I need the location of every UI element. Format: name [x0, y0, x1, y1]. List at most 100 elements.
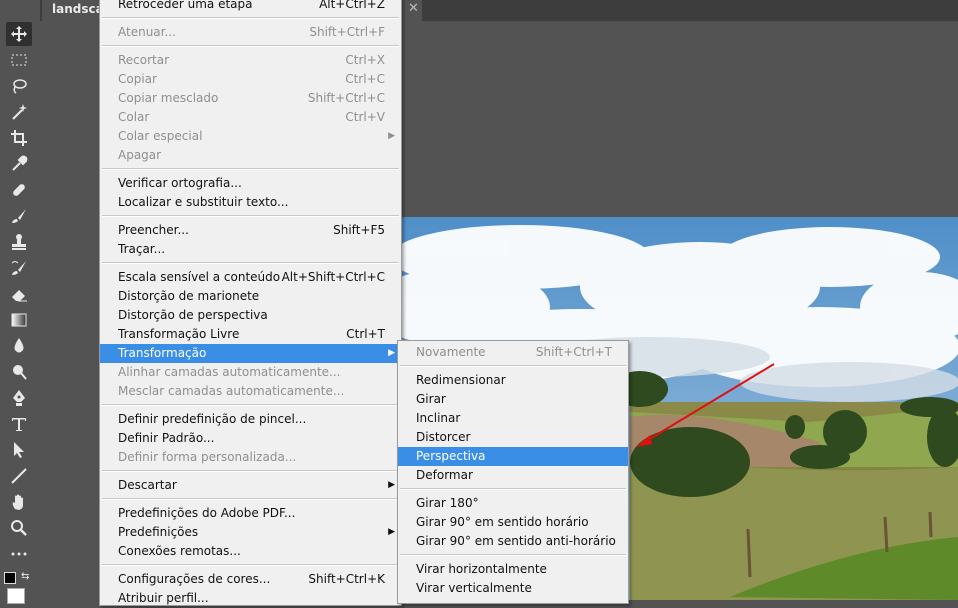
menu-item-distort[interactable]: Distorcer: [398, 428, 628, 447]
menu-item-rotate[interactable]: Girar: [398, 390, 628, 409]
menu-item-label: Colar especial: [118, 129, 203, 143]
menu-item-purge[interactable]: Descartar ▶: [100, 476, 401, 495]
menu-separator: [102, 215, 399, 217]
menu-item-puppet-warp[interactable]: Distorção de marionete: [100, 287, 401, 306]
menu-item-paste-special[interactable]: Colar especial ▶: [100, 127, 401, 146]
menu-item-auto-blend-layers[interactable]: Mesclar camadas automaticamente...: [100, 382, 401, 401]
menu-item-fade[interactable]: Atenuar... Shift+Ctrl+F: [100, 23, 401, 42]
menu-item-label: Copiar mesclado: [118, 91, 219, 105]
submenu-arrow-icon: ▶: [388, 131, 395, 141]
menu-item-label: Girar 90° em sentido horário: [416, 515, 589, 529]
submenu-arrow-icon: ▶: [388, 480, 395, 490]
menu-separator: [102, 45, 399, 47]
menu-item-presets[interactable]: Predefinições ▶: [100, 523, 401, 542]
menu-item-label: Definir Padrão...: [118, 431, 215, 445]
line-icon[interactable]: [6, 464, 32, 488]
menu-item-shortcut: Shift+F5: [333, 223, 385, 237]
swap-colors-icon[interactable]: ⇆: [21, 571, 29, 582]
menu-item-copy-merged[interactable]: Copiar mesclado Shift+Ctrl+C: [100, 89, 401, 108]
menu-item-label: Distorção de perspectiva: [118, 308, 268, 322]
menu-item-label: Descartar: [118, 478, 177, 492]
healing-brush-icon[interactable]: [6, 178, 32, 202]
hand-icon[interactable]: [6, 490, 32, 514]
menu-item-label: Transformação: [118, 346, 207, 360]
menu-separator: [102, 404, 399, 406]
menu-item-flip-horizontal[interactable]: Virar horizontalmente: [398, 560, 628, 579]
menu-item-rotate-90-ccw[interactable]: Girar 90° em sentido anti-horário: [398, 532, 628, 551]
menu-item-assign-profile[interactable]: Atribuir perfil...: [100, 589, 401, 608]
menu-item-label: Copiar: [118, 72, 157, 86]
menu-item-define-brush-preset[interactable]: Definir predefinição de pincel...: [100, 410, 401, 429]
close-icon[interactable]: ✕: [408, 1, 419, 16]
menu-item-adobe-pdf-presets[interactable]: Predefinições do Adobe PDF...: [100, 504, 401, 523]
menu-item-define-pattern[interactable]: Definir Padrão...: [100, 429, 401, 448]
menu-separator: [400, 365, 626, 367]
eyedropper-icon[interactable]: [6, 152, 32, 176]
dodge-icon[interactable]: [6, 360, 32, 384]
submenu-arrow-icon: ▶: [388, 527, 395, 537]
menu-item-label: Girar: [416, 392, 446, 406]
menu-item-label: Mesclar camadas automaticamente...: [118, 384, 345, 398]
eraser-icon[interactable]: [6, 282, 32, 306]
menu-item-stroke[interactable]: Traçar...: [100, 240, 401, 259]
menu-separator: [102, 470, 399, 472]
move-icon[interactable]: [6, 22, 32, 46]
menu-item-paste[interactable]: Colar Ctrl+V: [100, 108, 401, 127]
menu-item-rotate-180[interactable]: Girar 180°: [398, 494, 628, 513]
menu-item-label: Definir predefinição de pincel...: [118, 412, 307, 426]
menu-separator: [102, 262, 399, 264]
menu-item-step-backward[interactable]: Retroceder uma etapa Alt+Ctrl+Z: [100, 0, 401, 14]
history-brush-icon[interactable]: [6, 256, 32, 280]
menu-item-transform[interactable]: Transformação ▶: [100, 344, 401, 363]
menu-item-cut[interactable]: Recortar Ctrl+X: [100, 51, 401, 70]
clone-stamp-icon[interactable]: [6, 230, 32, 254]
menu-item-free-transform[interactable]: Transformação Livre Ctrl+T: [100, 325, 401, 344]
menu-item-label: Conexões remotas...: [118, 544, 241, 558]
edit-menu: Retroceder uma etapa Alt+Ctrl+Z Atenuar..…: [99, 0, 402, 606]
menu-item-flip-vertical[interactable]: Virar verticalmente: [398, 579, 628, 598]
menu-item-remote-connections[interactable]: Conexões remotas...: [100, 542, 401, 561]
brush-icon[interactable]: [6, 204, 32, 228]
menu-item-label: Predefinições do Adobe PDF...: [118, 506, 296, 520]
zoom-icon[interactable]: [6, 516, 32, 540]
marquee-icon[interactable]: [6, 48, 32, 72]
menu-item-color-settings[interactable]: Configurações de cores... Shift+Ctrl+K: [100, 570, 401, 589]
blur-icon[interactable]: [6, 334, 32, 358]
default-colors-icon[interactable]: [4, 572, 16, 584]
menu-item-skew[interactable]: Inclinar: [398, 409, 628, 428]
menu-item-rotate-90-cw[interactable]: Girar 90° em sentido horário: [398, 513, 628, 532]
menu-item-label: Perspectiva: [416, 449, 486, 463]
menu-item-auto-align-layers[interactable]: Alinhar camadas automaticamente...: [100, 363, 401, 382]
gradient-icon[interactable]: [6, 308, 32, 332]
menu-item-clear[interactable]: Apagar: [100, 146, 401, 165]
magic-wand-icon[interactable]: [6, 100, 32, 124]
pen-icon[interactable]: [6, 386, 32, 410]
menu-item-label: Colar: [118, 110, 150, 124]
menu-item-shortcut: Ctrl+V: [345, 110, 385, 124]
menu-item-define-custom-shape[interactable]: Definir forma personalizada...: [100, 448, 401, 467]
menu-item-content-aware-scale[interactable]: Escala sensível a conteúdo Alt+Shift+Ctrl…: [100, 268, 401, 287]
path-select-icon[interactable]: [6, 438, 32, 462]
foreground-color-swatch[interactable]: [7, 588, 25, 604]
menu-item-fill[interactable]: Preencher... Shift+F5: [100, 221, 401, 240]
menu-separator: [102, 17, 399, 19]
menu-item-perspective-warp[interactable]: Distorção de perspectiva: [100, 306, 401, 325]
transform-submenu: Novamente Shift+Ctrl+T Redimensionar Gira…: [397, 340, 629, 604]
menu-item-label: Traçar...: [118, 242, 166, 256]
menu-item-perspective[interactable]: Perspectiva: [398, 447, 628, 466]
crop-icon[interactable]: [6, 126, 32, 150]
more-tools-icon[interactable]: [6, 542, 32, 566]
lasso-icon[interactable]: [6, 74, 32, 98]
menu-item-scale[interactable]: Redimensionar: [398, 371, 628, 390]
menu-item-copy[interactable]: Copiar Ctrl+C: [100, 70, 401, 89]
menu-item-find-replace[interactable]: Localizar e substituir texto...: [100, 193, 401, 212]
type-icon[interactable]: [6, 412, 32, 436]
submenu-arrow-icon: ▶: [388, 348, 395, 358]
menu-item-warp[interactable]: Deformar: [398, 466, 628, 485]
menu-item-check-spelling[interactable]: Verificar ortografia...: [100, 174, 401, 193]
menu-item-label: Preencher...: [118, 223, 189, 237]
menu-item-again[interactable]: Novamente Shift+Ctrl+T: [398, 343, 628, 362]
menu-item-shortcut: Ctrl+C: [345, 72, 385, 86]
menu-item-shortcut: Shift+Ctrl+K: [308, 572, 385, 586]
menu-item-label: Distorcer: [416, 430, 471, 444]
